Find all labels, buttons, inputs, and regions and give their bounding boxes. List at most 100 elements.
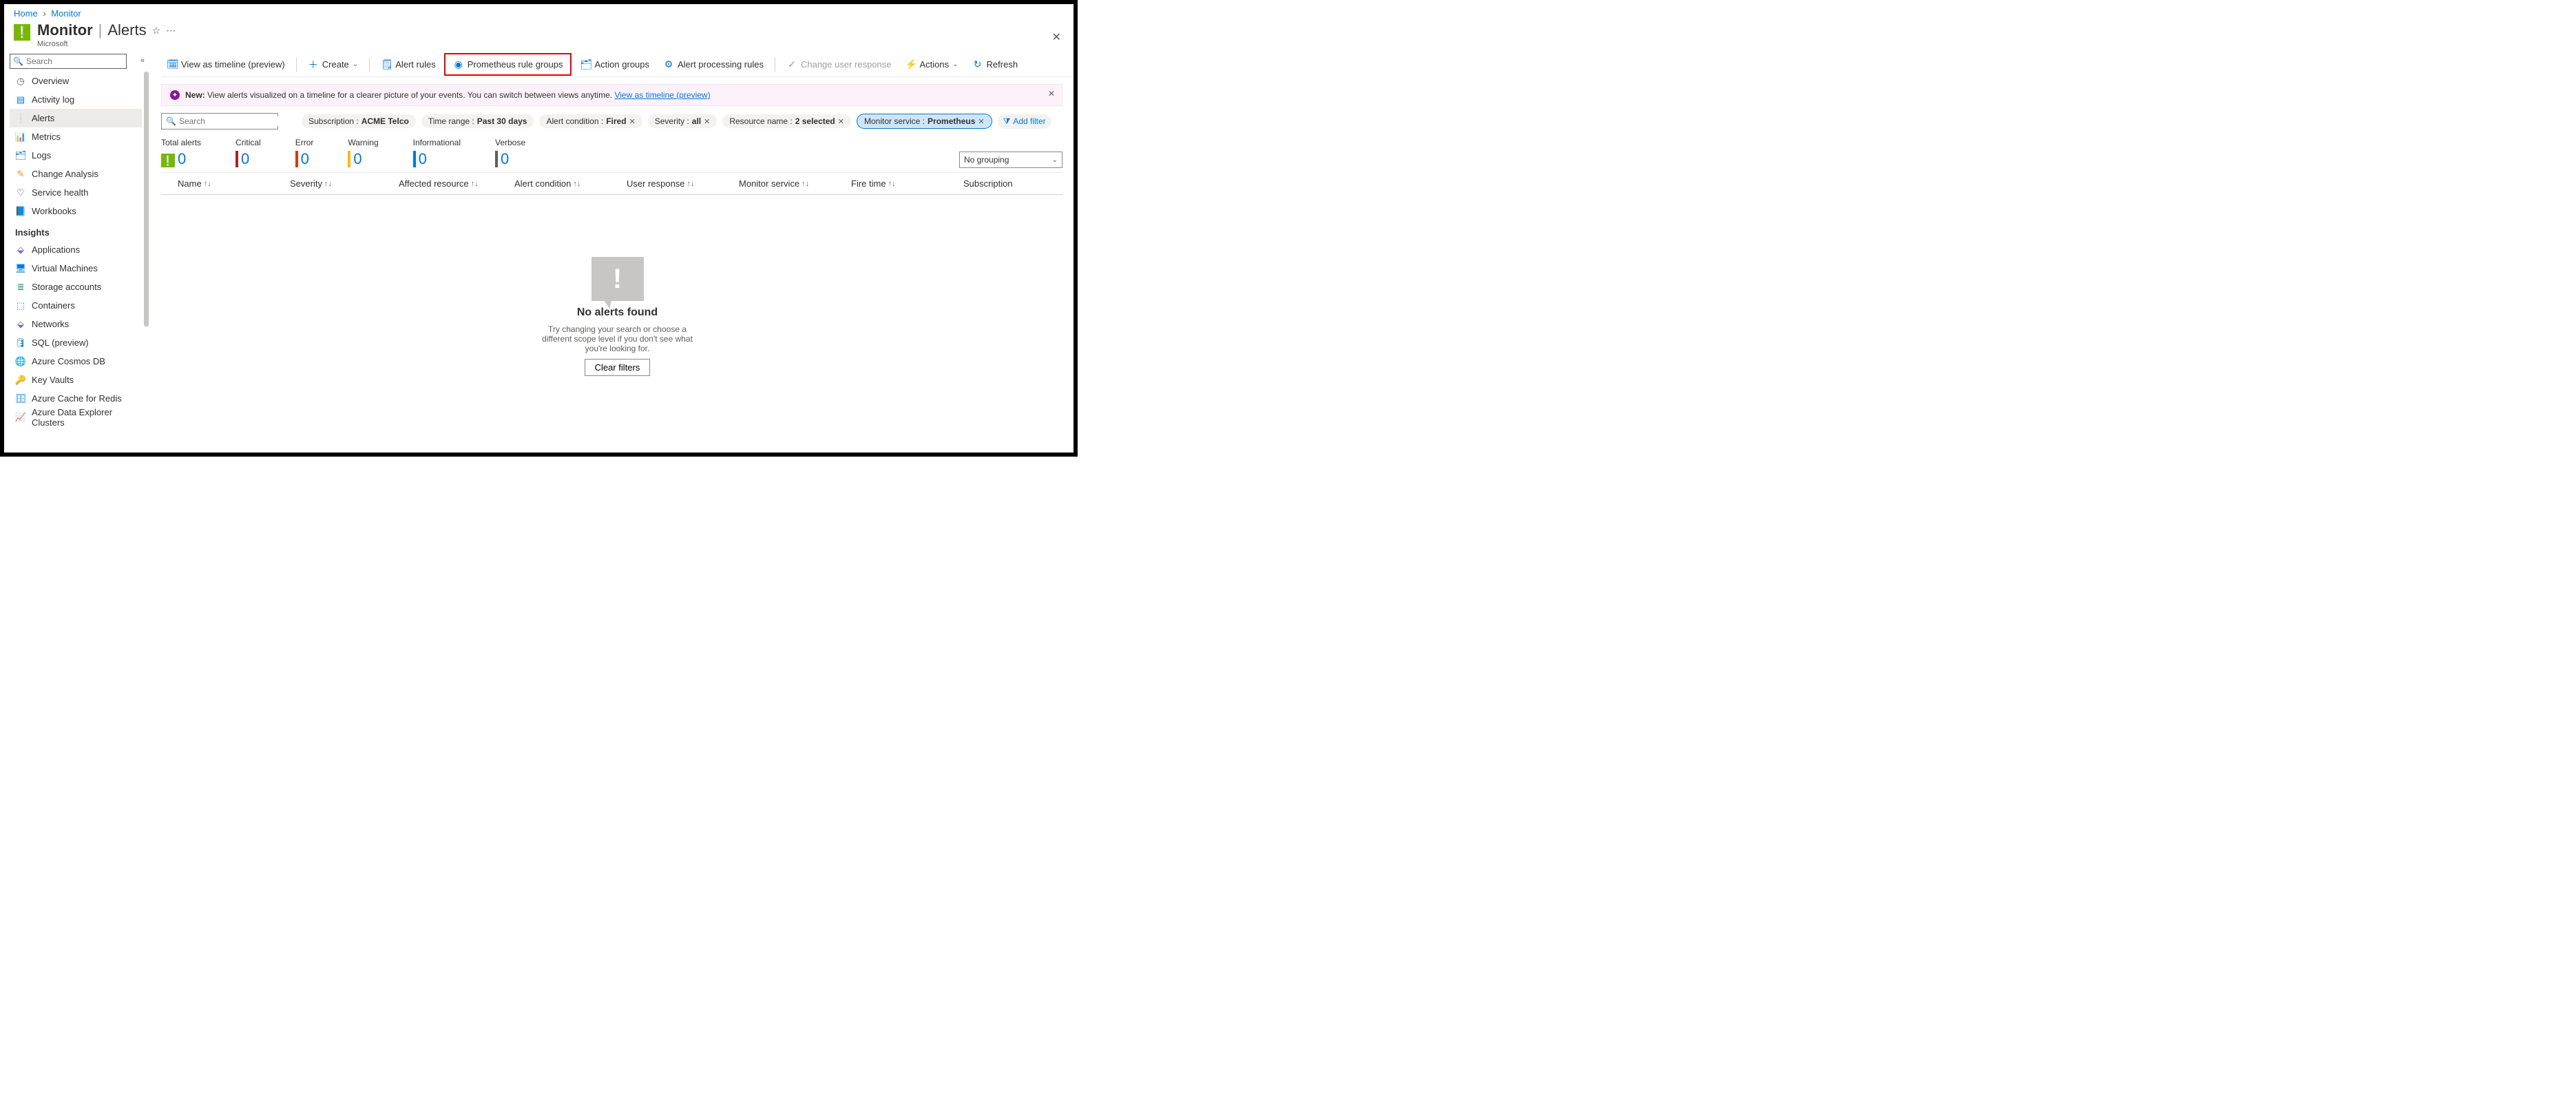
kpi-label: Warning xyxy=(348,138,378,147)
sort-icon: ↑↓ xyxy=(687,180,695,188)
column-monitor-service[interactable]: Monitor service↑↓ xyxy=(739,178,846,189)
sidebar-item-containers[interactable]: ⬚Containers xyxy=(10,296,142,315)
kpi-error[interactable]: Error0 xyxy=(295,138,314,168)
sidebar-item-logs[interactable]: 🗂Logs xyxy=(10,146,142,165)
kpi-value: 0 xyxy=(241,150,249,168)
view-timeline-button[interactable]: 🗓View as timeline (preview) xyxy=(161,56,291,73)
kpi-row: Total alerts❕0Critical0Error0Warning0Inf… xyxy=(161,136,1074,172)
sidebar-item-label: Azure Cache for Redis xyxy=(32,393,122,404)
filter-subscription[interactable]: Subscription : ACME Telco xyxy=(302,114,416,128)
collapse-sidebar-icon[interactable]: « xyxy=(140,56,145,65)
action-groups-icon: 🗂 xyxy=(580,59,591,70)
sidebar-item-networks[interactable]: ⬙Networks xyxy=(10,315,142,333)
remove-filter-icon[interactable]: ✕ xyxy=(978,117,984,126)
info-banner: ✦ New: View alerts visualized on a timel… xyxy=(161,84,1062,106)
kpi-value: 0 xyxy=(501,150,509,168)
filter-resource-name[interactable]: Resource name : 2 selected✕ xyxy=(722,114,851,128)
title-bar: ❕ Monitor | Alerts ☆ ⋯ Microsoft ✕ xyxy=(4,21,1074,52)
prometheus-rule-groups-button[interactable]: ◉Prometheus rule groups xyxy=(448,56,569,73)
remove-filter-icon[interactable]: ✕ xyxy=(704,117,710,126)
scrollbar-thumb[interactable] xyxy=(144,72,149,326)
sort-icon: ↑↓ xyxy=(573,180,580,188)
sidebar-item-label: Service health xyxy=(32,187,88,198)
action-groups-button[interactable]: 🗂Action groups xyxy=(574,56,655,73)
kpi-total-alerts[interactable]: Total alerts❕0 xyxy=(161,138,201,168)
sidebar-item-alerts[interactable]: ❕Alerts xyxy=(10,109,142,127)
column-subscription[interactable]: Subscription xyxy=(963,178,1046,189)
sidebar-search-input[interactable] xyxy=(26,56,133,66)
storage-icon: ≣ xyxy=(15,282,26,293)
grouping-select[interactable]: No grouping⌄ xyxy=(959,152,1062,168)
kpi-informational[interactable]: Informational0 xyxy=(413,138,461,168)
plus-icon: ＋ xyxy=(308,58,319,72)
alert-rules-button[interactable]: 🗒Alert rules xyxy=(375,56,441,73)
severity-bar xyxy=(235,151,238,167)
sidebar-item-service-health[interactable]: ♡Service health xyxy=(10,183,142,202)
insights-header: Insights xyxy=(10,220,142,240)
vm-icon: 🖥 xyxy=(15,263,26,274)
column-label: User response xyxy=(627,178,685,189)
sidebar-item-label: Applications xyxy=(32,245,80,255)
remove-filter-icon[interactable]: ✕ xyxy=(629,117,636,126)
breadcrumb-home[interactable]: Home xyxy=(14,8,38,19)
sort-icon: ↑↓ xyxy=(204,180,211,188)
alerts-search[interactable]: 🔍 xyxy=(161,113,278,129)
close-icon[interactable]: ✕ xyxy=(1052,30,1061,44)
column-name[interactable]: Name↑↓ xyxy=(178,178,284,189)
actions-button[interactable]: ⚡Actions⌄ xyxy=(900,56,964,73)
sidebar-item-sql-preview-[interactable]: 🛢SQL (preview) xyxy=(10,333,142,352)
filter-alert-condition[interactable]: Alert condition : Fired✕ xyxy=(539,114,642,128)
kpi-critical[interactable]: Critical0 xyxy=(235,138,261,168)
filter-monitor-service[interactable]: Monitor service : Prometheus✕ xyxy=(857,114,992,129)
column-severity[interactable]: Severity↑↓ xyxy=(290,178,393,189)
create-button[interactable]: ＋Create⌄ xyxy=(302,55,364,74)
column-affected-resource[interactable]: Affected resource↑↓ xyxy=(399,178,509,189)
add-filter-button[interactable]: ⧩Add filter xyxy=(998,114,1051,129)
alerts-icon: ❕ xyxy=(161,154,175,167)
workbooks-icon: 📘 xyxy=(15,206,26,217)
sidebar-item-metrics[interactable]: 📊Metrics xyxy=(10,127,142,146)
lightning-icon: ⚡ xyxy=(905,59,917,70)
processing-rules-button[interactable]: ⚙Alert processing rules xyxy=(658,56,769,73)
sidebar-item-label: Key Vaults xyxy=(32,375,74,385)
sidebar-item-change-analysis[interactable]: ✎Change Analysis xyxy=(10,165,142,183)
sidebar-search[interactable]: 🔍 xyxy=(10,54,127,69)
pin-icon[interactable]: ☆ xyxy=(152,25,161,37)
sidebar-item-label: Azure Cosmos DB xyxy=(32,356,105,366)
sql-icon: 🛢 xyxy=(15,337,26,349)
sidebar-item-storage-accounts[interactable]: ≣Storage accounts xyxy=(10,278,142,296)
sidebar-item-azure-cosmos-db[interactable]: 🌐Azure Cosmos DB xyxy=(10,352,142,371)
sidebar-item-key-vaults[interactable]: 🔑Key Vaults xyxy=(10,371,142,389)
column-fire-time[interactable]: Fire time↑↓ xyxy=(851,178,958,189)
more-icon[interactable]: ⋯ xyxy=(166,25,176,37)
page-title: Monitor xyxy=(37,21,93,39)
remove-filter-icon[interactable]: ✕ xyxy=(838,117,844,126)
filter-timerange[interactable]: Time range : Past 30 days xyxy=(421,114,534,128)
sidebar-item-label: Azure Data Explorer Clusters xyxy=(32,407,136,428)
filter-severity[interactable]: Severity : all✕ xyxy=(648,114,718,128)
search-icon: 🔍 xyxy=(166,116,176,126)
clear-filters-button[interactable]: Clear filters xyxy=(585,359,651,376)
sidebar-item-applications[interactable]: ⬙Applications xyxy=(10,240,142,259)
table-header: Name↑↓ Severity↑↓ Affected resource↑↓ Alert… xyxy=(161,172,1062,195)
change-analysis-icon: ✎ xyxy=(15,169,26,180)
banner-close-icon[interactable]: ✕ xyxy=(1048,89,1055,98)
sidebar-item-overview[interactable]: ◷Overview xyxy=(10,72,142,90)
redis-icon: 🗄 xyxy=(15,393,26,404)
sidebar-item-azure-cache-for-redis[interactable]: 🗄 Azure Cache for Redis xyxy=(10,389,142,408)
column-alert-condition[interactable]: Alert condition↑↓ xyxy=(514,178,621,189)
kpi-warning[interactable]: Warning0 xyxy=(348,138,378,168)
breadcrumb: Home › Monitor xyxy=(4,4,1074,21)
sidebar-item-virtual-machines[interactable]: 🖥Virtual Machines xyxy=(10,259,142,278)
overview-icon: ◷ xyxy=(15,76,26,87)
banner-link[interactable]: View as timeline (preview) xyxy=(614,90,710,100)
alerts-search-input[interactable] xyxy=(179,116,286,126)
kpi-verbose[interactable]: Verbose0 xyxy=(495,138,525,168)
sidebar-item-azure-data-explorer-clusters[interactable]: 📈Azure Data Explorer Clusters xyxy=(10,408,142,426)
chevron-down-icon: ⌄ xyxy=(952,61,958,68)
sidebar-item-activity-log[interactable]: ▤Activity log xyxy=(10,90,142,109)
column-user-response[interactable]: User response↑↓ xyxy=(627,178,733,189)
breadcrumb-monitor[interactable]: Monitor xyxy=(51,8,81,19)
sidebar-item-workbooks[interactable]: 📘Workbooks xyxy=(10,202,142,220)
refresh-button[interactable]: ↻Refresh xyxy=(967,56,1024,73)
